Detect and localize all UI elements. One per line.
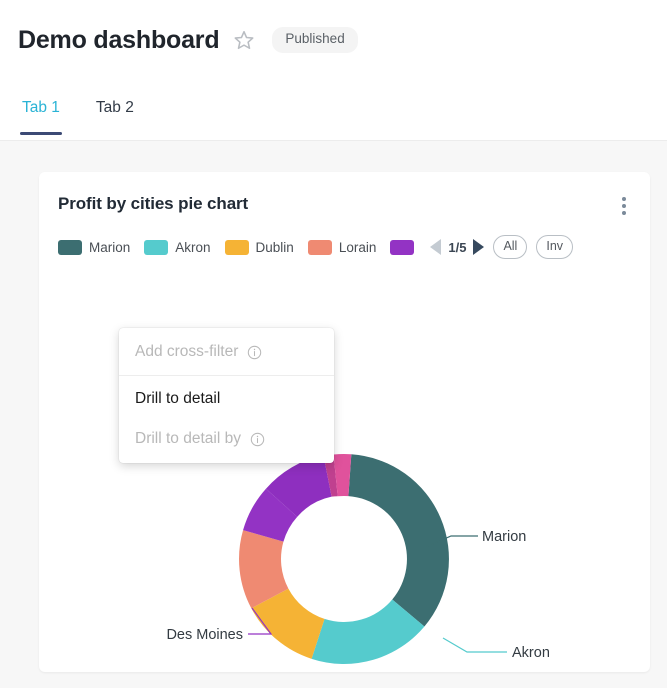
context-menu-item-drill-to-detail[interactable]: Drill to detail <box>119 379 334 419</box>
legend-label-marion: Marion <box>89 239 131 255</box>
legend-swatch-truncated <box>390 239 415 255</box>
legend-swatch-akron <box>144 239 169 255</box>
legend-select-all-button[interactable]: All <box>493 234 528 260</box>
pie-label-des-moines: Des Moines <box>166 627 243 643</box>
pie-label-marion: Marion <box>482 529 526 545</box>
context-menu-label-drill-to-detail-by: Drill to detail by <box>135 430 241 447</box>
context-menu-divider <box>119 375 334 376</box>
info-circle-icon-add-cross-filter[interactable] <box>247 345 262 360</box>
info-circle-icon-drill-to-detail-by[interactable] <box>250 432 265 447</box>
context-menu-item-drill-to-detail-by[interactable]: Drill to detail by <box>119 419 334 459</box>
page-header: Demo dashboard Published <box>0 0 667 80</box>
legend-swatch-marion <box>58 239 82 255</box>
legend-prev-page-icon[interactable] <box>430 239 442 255</box>
legend-label-lorain: Lorain <box>338 239 377 255</box>
tab-1[interactable]: Tab 1 <box>20 80 62 135</box>
legend-swatch-lorain <box>307 239 332 255</box>
legend-invert-selection-button[interactable]: Inv <box>536 234 574 260</box>
legend-page-count: 1/5 <box>448 239 467 255</box>
legend-item-akron[interactable]: Akron <box>144 239 211 255</box>
tab-2[interactable]: Tab 2 <box>94 80 136 134</box>
legend-item-lorain[interactable]: Lorain <box>307 239 377 255</box>
chart-more-options-icon[interactable] <box>616 197 632 217</box>
legend-next-page-icon[interactable] <box>473 239 485 255</box>
legend-item-marion[interactable]: Marion <box>58 239 131 255</box>
context-menu: Add cross-filter Drill to detail Drill t… <box>119 328 334 463</box>
chart-title: Profit by cities pie chart <box>58 194 249 213</box>
status-badge: Published <box>272 27 358 53</box>
chart-legend: Marion Akron Dublin Lorain 1/5 All Inv <box>58 234 640 260</box>
favorite-star-icon[interactable] <box>233 29 255 51</box>
context-menu-label-add-cross-filter: Add cross-filter <box>135 343 239 360</box>
leader-line-akron <box>442 637 507 653</box>
context-menu-item-add-cross-filter[interactable]: Add cross-filter <box>119 332 334 372</box>
pie-slice-marion <box>348 454 449 627</box>
legend-label-dublin: Dublin <box>255 239 294 255</box>
legend-item-dublin[interactable]: Dublin <box>224 239 294 255</box>
pie-label-akron: Akron <box>512 645 550 661</box>
legend-item-truncated[interactable] <box>390 239 415 255</box>
legend-pager: 1/5 <box>430 239 485 255</box>
tab-bar: Tab 1 Tab 2 <box>0 80 667 141</box>
legend-swatch-dublin <box>224 239 249 255</box>
page-title: Demo dashboard <box>18 25 220 54</box>
context-menu-label-drill-to-detail: Drill to detail <box>135 390 221 407</box>
legend-label-akron: Akron <box>175 239 211 255</box>
